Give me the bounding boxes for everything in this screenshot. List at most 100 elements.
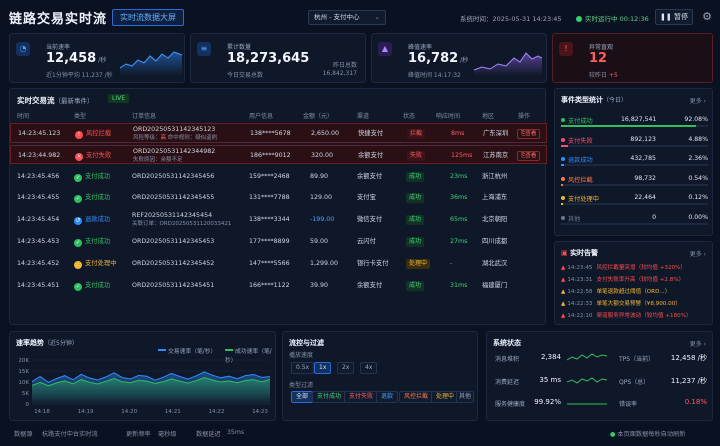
- col-user: 用户信息: [249, 113, 274, 120]
- alerts-more-link[interactable]: 更多 ›: [690, 249, 706, 258]
- view-button[interactable]: ⎘查看: [517, 150, 541, 161]
- row-order-id: ORD20250531142345453: [132, 238, 215, 245]
- region-select[interactable]: 杭州 - 支付中心 ⌄: [308, 10, 386, 25]
- alert-text: 单笔大额交易预警（¥8,900.00）: [596, 301, 681, 307]
- row-type-label: 支付成功: [85, 194, 111, 202]
- system-more-link[interactable]: 更多 ›: [690, 339, 706, 348]
- table-header: 时间 类型 订单信息 用户信息 金额（元） 渠道 状态 响应时间 地区 操作: [10, 111, 547, 123]
- table-row[interactable]: 14:23:45.455 ✓ 支付成功 ORD20250531142345455 131…: [10, 188, 547, 208]
- row-amount: 39.90: [310, 281, 329, 289]
- speed-1x[interactable]: 1x: [314, 362, 332, 374]
- pause-button[interactable]: ❚❚ 暂停: [655, 9, 693, 25]
- speed-4x[interactable]: 4x: [360, 362, 378, 374]
- alert-item[interactable]: ▲ 14:23:45 风控拦截量突增（较均值 +320%）: [561, 263, 686, 271]
- filter-other[interactable]: 其他: [456, 391, 475, 403]
- stat-dot-icon: [561, 157, 565, 162]
- warning-icon: ▲: [561, 277, 566, 283]
- kpi-yesterday-value: 16,842,317: [322, 70, 357, 77]
- metric-label: 服务健康度: [495, 401, 526, 408]
- stat-dot-icon: [561, 196, 565, 201]
- stat-row[interactable]: 风控拦截 98,732 0.54%: [561, 175, 708, 191]
- type-filter-label: 类型过滤: [289, 382, 314, 389]
- speed-label: 播放速度: [289, 352, 314, 359]
- status-badge: 处理中: [406, 258, 431, 269]
- y-tick-label: 5K: [22, 391, 29, 397]
- kpi-yesterday-label: 昨日总数: [332, 62, 357, 69]
- status-badge: 拦截: [407, 129, 426, 139]
- row-user: 166****1122: [249, 281, 290, 289]
- stat-row[interactable]: 其他 0 0.00%: [561, 214, 708, 230]
- filter-all[interactable]: 全部: [291, 391, 314, 403]
- status-badge: 成功: [406, 193, 425, 204]
- filter-risk[interactable]: 风控拦截: [399, 391, 434, 403]
- settings-icon[interactable]: ⚙: [700, 10, 714, 24]
- stat-name-label: 风控拦截: [568, 176, 593, 184]
- alert-time: 14:22:10: [567, 313, 593, 319]
- trend-panel: 速率趋势（近5分钟） 交易速率（笔/秒） 成功速率（笔/秒） 20K 15K 10K…: [9, 331, 276, 421]
- metric-value: 2,384: [540, 353, 561, 361]
- alert-item[interactable]: ▲ 14:22:33 单笔大额交易预警（¥8,900.00）: [561, 299, 681, 307]
- running-time: 00:12:36: [619, 15, 649, 23]
- row-type: ✓ 支付成功: [74, 232, 110, 252]
- row-user: 147****5566: [249, 259, 290, 267]
- stat-row[interactable]: 支付失败 892,123 4.88%: [561, 136, 708, 152]
- dashboard-tag[interactable]: 实时流数据大屏: [112, 9, 184, 26]
- stat-row[interactable]: 退款成功 432,785 2.36%: [561, 155, 708, 171]
- legend-swatch: [225, 349, 233, 351]
- metric-value: 12,458 /秒: [670, 354, 707, 362]
- stat-bar: [561, 164, 708, 167]
- stats-more-link[interactable]: 更多 ›: [690, 96, 706, 105]
- row-response: 125ms: [451, 151, 473, 159]
- speed-0-5x[interactable]: 0.5x: [291, 362, 315, 374]
- stat-row[interactable]: 支付成功 16,827,541 92.08%: [561, 116, 708, 132]
- kpi-sub-label: 较昨日: [589, 72, 608, 79]
- row-time: 14:23:45.452: [17, 259, 60, 267]
- row-response: 31ms: [450, 281, 468, 289]
- view-label: 查看: [525, 152, 537, 159]
- stat-row[interactable]: 支付处理中 22,464 0.12%: [561, 194, 708, 210]
- table-row[interactable]: 14:23:45.451 ✓ 支付成功 ORD20250531142345451 166…: [10, 276, 547, 296]
- alert-time: 14:22:58: [567, 289, 593, 295]
- col-status: 状态: [403, 113, 416, 120]
- row-order-note: 关联订单：ORD20250531120033421: [132, 220, 231, 228]
- status-badge: 成功: [406, 215, 425, 226]
- col-order: 订单信息: [132, 113, 157, 120]
- table-row[interactable]: 14:23:45.453 ✓ 支付成功 ORD20250531142345453 177…: [10, 232, 547, 252]
- stat-bar-fill: [561, 125, 697, 127]
- chevron-down-icon: ⌄: [374, 13, 380, 21]
- table-row[interactable]: 14:23:45.123! 风控拦截 ORD20250531142345123 风险等…: [10, 123, 547, 143]
- table-row[interactable]: 14:23:44.982 ✕ 支付失败 ORD20250531142344982 失败原…: [10, 144, 547, 165]
- stat-count: 16,827,541: [621, 116, 657, 123]
- alert-item[interactable]: ▲ 14:22:10 渠道服务异常波动（较均值 +180%）: [561, 311, 692, 319]
- event-stats-panel: 事件类型统计（今日） 更多 › 支付成功 16,827,541 92.08% 支付失败…: [554, 88, 713, 236]
- row-user: 131****7788: [249, 194, 290, 202]
- row-region: 浙江杭州: [482, 172, 508, 180]
- footer-refresh: 毫秒级: [158, 431, 177, 438]
- kpi-value: 18,273,645: [227, 51, 309, 66]
- speed-2x[interactable]: 2x: [337, 362, 355, 374]
- alert-item[interactable]: ▲ 14:22:58 单笔退款超过阈值（ORD...）: [561, 287, 670, 295]
- filter-refund[interactable]: 退款: [376, 391, 399, 403]
- view-button[interactable]: ⎘查看: [517, 129, 541, 139]
- alert-text: 风控拦截量突增（较均值 +320%）: [596, 265, 687, 271]
- table-row[interactable]: 14:23:45.454 ↺ 退款成功 REF20250531142345454 关联订…: [10, 210, 547, 230]
- table-row[interactable]: 14:23:45.456 ✓ 支付成功 ORD20250531142345456 159…: [10, 167, 547, 187]
- alert-item[interactable]: ▲ 14:23:31 支付失败率升高（较均值 +2.8%）: [561, 275, 684, 283]
- footer-note: ● 本页面数据每秒自动刷新: [610, 429, 685, 438]
- table-row[interactable]: 14:23:45.452 … 支付处理中 ORD20250531142345452 14…: [10, 254, 547, 274]
- stat-name: 其他: [561, 214, 580, 223]
- stat-count: 892,123: [630, 135, 656, 143]
- metric-value: 35 ms: [539, 376, 561, 384]
- row-user: 138****5678: [250, 130, 291, 137]
- row-region: 四川成都: [482, 238, 508, 245]
- filter-processing[interactable]: 处理中: [431, 391, 460, 403]
- row-channel: 云闪付: [357, 238, 376, 245]
- trend-title: 速率趋势（近5分钟）: [16, 338, 78, 348]
- filter-success[interactable]: 支付成功: [312, 391, 347, 403]
- filter-failed[interactable]: 支付失败: [344, 391, 379, 403]
- row-channel: 微信支付: [357, 216, 383, 224]
- row-channel: 支付宝: [357, 194, 376, 202]
- status-badge: 成功: [406, 171, 425, 182]
- kpi-sub: 峰值时间 14:17:32: [408, 72, 461, 79]
- row-order: ORD20250531142345455: [132, 188, 214, 208]
